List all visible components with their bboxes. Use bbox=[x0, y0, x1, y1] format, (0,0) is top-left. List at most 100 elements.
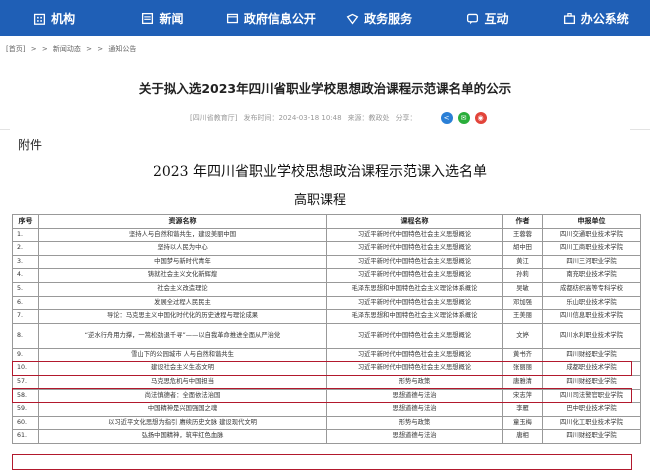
cell-resource-name: 中国梦与新时代青年 bbox=[38, 254, 327, 270]
cell-unit: 四川三河职业学院 bbox=[542, 254, 641, 270]
cell-unit: 巴中职业技术学院 bbox=[542, 402, 641, 417]
cell-unit: 四川信息职业技术学院 bbox=[542, 309, 641, 324]
nav-item-hudong[interactable]: 互动 bbox=[433, 10, 541, 27]
col-header-name: 资源名称 bbox=[38, 214, 327, 229]
cell-course-name: 思想道德与法治 bbox=[326, 429, 503, 444]
cell-resource-name: 铸就社会主义文化新辉煌 bbox=[38, 268, 327, 283]
col-header-course: 课程名称 bbox=[326, 214, 503, 229]
highlight-box bbox=[12, 361, 632, 376]
article-title: 关于拟入选2023年四川省职业学校思想政治课程示范课名单的公示 bbox=[138, 81, 512, 96]
service-icon bbox=[346, 13, 359, 24]
cell-author: 王蓉蓉 bbox=[502, 227, 543, 243]
cell-no: 7. bbox=[12, 309, 39, 324]
cell-course-name: 习近平新时代中国特色社会主义思想概论 bbox=[326, 227, 503, 243]
cell-no: 3. bbox=[12, 254, 39, 270]
highlight-box bbox=[12, 388, 632, 403]
wechat-icon[interactable]: ✉ bbox=[457, 112, 470, 124]
table-row: 61. 弘扬中国精神，筑牢红色血脉 思想道德与法治 唐相 四川财经职业学院 bbox=[12, 429, 641, 444]
cell-course-name: 毛泽东思想和中国特色社会主义理论体系概论 bbox=[326, 281, 503, 297]
breadcrumb-sep: > bbox=[97, 45, 104, 53]
cell-resource-name: 弘扬中国精神，筑牢红色血脉 bbox=[38, 429, 327, 444]
cell-resource-name: 坚持人与自然和谐共生，建设美丽中国 bbox=[38, 227, 327, 243]
breadcrumb-news[interactable]: 新闻动态 bbox=[53, 45, 81, 53]
cell-no: 8. bbox=[12, 322, 39, 349]
annex-label: 附件 bbox=[18, 138, 43, 152]
document-title: 2023 年四川省职业学校思想政治课程示范课入选名单 bbox=[152, 164, 488, 180]
chat-icon bbox=[467, 13, 479, 24]
cell-author: 黄江 bbox=[502, 254, 543, 270]
nav-item-xinwen[interactable]: 新闻 bbox=[108, 10, 216, 27]
article-published: 发布时间：2024-03-18 10:48 bbox=[243, 114, 342, 122]
table-row: 2. 坚持以人民为中心 习近平新时代中国特色社会主义思想概论 胡中田 四川工商职业技术学… bbox=[12, 241, 641, 256]
cell-unit: 四川工商职业技术学院 bbox=[542, 241, 641, 256]
breadcrumb-sep: > bbox=[86, 45, 93, 53]
cell-unit: 四川交通职业技术学院 bbox=[542, 227, 641, 243]
highlight-box bbox=[12, 454, 632, 470]
table-row: 8. “逆水行舟用力撑，一篙松劲退千寻”——以自我革命推进全面从严治党 习近平新时代… bbox=[12, 322, 641, 349]
cell-no: 9. bbox=[12, 347, 39, 363]
table-row: 9. 雪山下的公园城市 人与自然和谐共生 习近平新时代中国特色社会主义思想概论 黄书齐… bbox=[12, 347, 641, 363]
table-row: 5. 社会主义改造理论 毛泽东思想和中国特色社会主义理论体系概论 吴敏 成都纺织高等专科… bbox=[12, 281, 641, 297]
cell-unit: 四川财经职业学院 bbox=[542, 347, 641, 363]
document-image: 附件 2023 年四川省职业学校思想政治课程示范课入选名单 高职课程 序号 资源… bbox=[10, 128, 641, 474]
weibo-icon[interactable]: ◉ bbox=[474, 112, 487, 124]
cell-course-name: 形势与政策 bbox=[326, 374, 503, 390]
article-source: [四川省教育厅] bbox=[190, 114, 238, 122]
breadcrumb-notice[interactable]: 通知公告 bbox=[108, 45, 136, 53]
document-subtitle: 高职课程 bbox=[293, 193, 346, 208]
cell-course-name: 习近平新时代中国特色社会主义思想概论 bbox=[326, 295, 503, 311]
cell-author: 邓加强 bbox=[502, 295, 543, 311]
cell-course-name: 习近平新时代中国特色社会主义思想概论 bbox=[326, 241, 503, 256]
cell-author: 唐相 bbox=[502, 429, 543, 444]
nav-label: 政府信息公开 bbox=[243, 11, 316, 26]
cell-no: 2. bbox=[12, 241, 39, 256]
table-row: 3. 中国梦与新时代青年 习近平新时代中国特色社会主义思想概论 黄江 四川三河职业学院 bbox=[12, 254, 641, 270]
table-row: 1. 坚持人与自然和谐共生，建设美丽中国 习近平新时代中国特色社会主义思想概论 王蓉蓉… bbox=[12, 227, 641, 243]
cell-no: 5. bbox=[12, 281, 39, 297]
cell-course-name: 形势与政策 bbox=[326, 415, 503, 431]
nav-item-zhengfu[interactable]: 政府信息公开 bbox=[217, 10, 325, 27]
cell-no: 1. bbox=[12, 227, 39, 243]
cell-resource-name: 中国精神是兴国强国之魂 bbox=[38, 402, 327, 417]
cell-author: 黄书齐 bbox=[502, 347, 543, 363]
table-row: 60. 以习近平文化思想为指引 赓续历史文脉 建设现代文明 形势与政策 童玉梅 四川化工… bbox=[12, 415, 641, 431]
cell-no: 4. bbox=[12, 268, 39, 283]
cell-no: 59. bbox=[12, 402, 39, 417]
breadcrumb-sep: > bbox=[41, 45, 48, 53]
share-icon[interactable]: < bbox=[440, 112, 453, 124]
nav-label: 办公系统 bbox=[580, 11, 629, 26]
nav-label: 机构 bbox=[51, 11, 76, 26]
table-header-row: 序号 资源名称 课程名称 作者 申报单位 bbox=[12, 214, 641, 229]
table-body: 1. 坚持人与自然和谐共生，建设美丽中国 习近平新时代中国特色社会主义思想概论 王蓉蓉… bbox=[12, 227, 641, 444]
info-icon bbox=[226, 13, 238, 23]
cell-author: 李雁 bbox=[502, 402, 543, 417]
cell-author: 唐雅清 bbox=[502, 374, 543, 390]
cell-unit: 四川财经职业学院 bbox=[542, 429, 641, 444]
breadcrumb-home[interactable]: [首页] bbox=[6, 45, 25, 53]
cell-unit: 四川化工职业技术学院 bbox=[542, 415, 641, 431]
cell-no: 61. bbox=[12, 429, 39, 444]
breadcrumb: [首页] > > 新闻动态 > > 通知公告 bbox=[6, 44, 139, 54]
course-table: 序号 资源名称 课程名称 作者 申报单位 1. 坚持人与自然和谐共生，建设美丽中国… bbox=[12, 214, 641, 444]
cell-course-name: 思想道德与法治 bbox=[326, 402, 503, 417]
cell-course-name: 习近平新时代中国特色社会主义思想概论 bbox=[326, 322, 503, 349]
cell-unit: 乐山职业技术学院 bbox=[542, 295, 641, 311]
table-row: 59. 中国精神是兴国强国之魂 思想道德与法治 李雁 巴中职业技术学院 bbox=[12, 402, 641, 417]
nav-label: 互动 bbox=[484, 11, 509, 26]
share-label: 分享： bbox=[395, 114, 417, 122]
cell-unit: 南充职业技术学院 bbox=[542, 268, 641, 283]
table-row: 57. 马克思危机与中国担当 形势与政策 唐雅清 四川财经职业学院 bbox=[12, 374, 641, 390]
cell-author: 童玉梅 bbox=[502, 415, 543, 431]
cell-author: 孙莉 bbox=[502, 268, 543, 283]
nav-item-zhengwu[interactable]: 政务服务 bbox=[325, 10, 433, 27]
nav-item-bangong[interactable]: 办公系统 bbox=[542, 10, 650, 27]
cell-resource-name: 导论：马克思主义中国化时代化的历史进程与理论成果 bbox=[38, 309, 327, 324]
cell-resource-name: 坚持以人民为中心 bbox=[38, 241, 327, 256]
cell-author: 胡中田 bbox=[502, 241, 543, 256]
article-from: 来源：教政处 bbox=[347, 114, 390, 122]
cell-author: 王美丽 bbox=[502, 309, 543, 324]
nav-item-jigou[interactable]: 机构 bbox=[0, 10, 108, 27]
cell-course-name: 毛泽东思想和中国特色社会主义理论体系概论 bbox=[326, 309, 503, 324]
nav-label: 政务服务 bbox=[364, 11, 413, 26]
cell-no: 57. bbox=[12, 374, 39, 390]
